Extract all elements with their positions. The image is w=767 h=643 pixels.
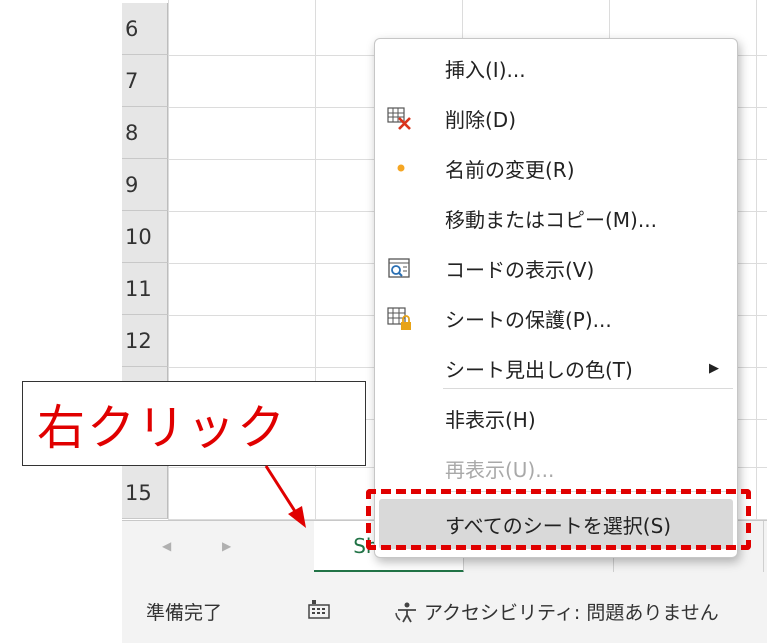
row-header-11[interactable]: 11 — [122, 263, 168, 315]
annotation-callout: 右クリック — [22, 381, 366, 466]
row-header-15[interactable]: 15 — [122, 467, 168, 519]
row-header-12[interactable]: 12 — [122, 315, 168, 367]
row-header-9[interactable]: 9 — [122, 159, 168, 211]
accessibility-icon — [395, 602, 416, 622]
scroll-tabs-right-icon[interactable]: ▶ — [222, 539, 231, 553]
status-bar: 準備完了 アクセシビリティ: 問題ありません — [122, 572, 767, 643]
annotation-callout-text: 右クリック — [37, 400, 288, 456]
macro-record-icon[interactable] — [308, 599, 330, 624]
view-code-icon — [387, 256, 411, 280]
scroll-tabs-left-icon[interactable]: ◀ — [162, 539, 171, 553]
status-ready-text: 準備完了 — [146, 602, 223, 624]
row-header-7[interactable]: 7 — [122, 55, 168, 107]
row-header-6[interactable]: 6 — [122, 3, 168, 55]
menu-separator — [443, 388, 733, 389]
menu-item-tab-color[interactable]: シート見出しの色(T) ▶ — [375, 343, 737, 393]
menu-item-view-code[interactable]: コードの表示(V) — [375, 243, 737, 293]
menu-item-protect-sheet[interactable]: シートの保護(P)... — [375, 293, 737, 343]
delete-sheet-icon — [387, 106, 411, 130]
protect-sheet-icon — [387, 306, 411, 330]
menu-item-move-copy[interactable]: 移動またはコピー(M)... — [375, 193, 737, 243]
menu-item-unhide: 再表示(U)... — [445, 457, 555, 482]
row-header-10[interactable]: 10 — [122, 211, 168, 263]
bullet-dot-icon — [387, 156, 411, 180]
menu-item-insert[interactable]: 挿入(I)... — [375, 43, 737, 93]
submenu-arrow-icon: ▶ — [709, 360, 719, 376]
menu-item-hide[interactable]: 非表示(H) — [375, 393, 737, 443]
sheet-tab-context-menu: 挿入(I)... 削除(D) 名前の変更(R) 移動またはコピー(M)... コ… — [374, 38, 738, 558]
row-header-8[interactable]: 8 — [122, 107, 168, 159]
menu-item-delete[interactable]: 削除(D) — [375, 93, 737, 143]
grid-line — [756, 0, 757, 520]
menu-item-rename[interactable]: 名前の変更(R) — [375, 143, 737, 193]
highlight-box-select-all-sheets — [366, 489, 751, 550]
accessibility-status-text: アクセシビリティ: 問題ありません — [424, 602, 719, 624]
accessibility-status[interactable]: アクセシビリティ: 問題ありません — [394, 598, 719, 625]
